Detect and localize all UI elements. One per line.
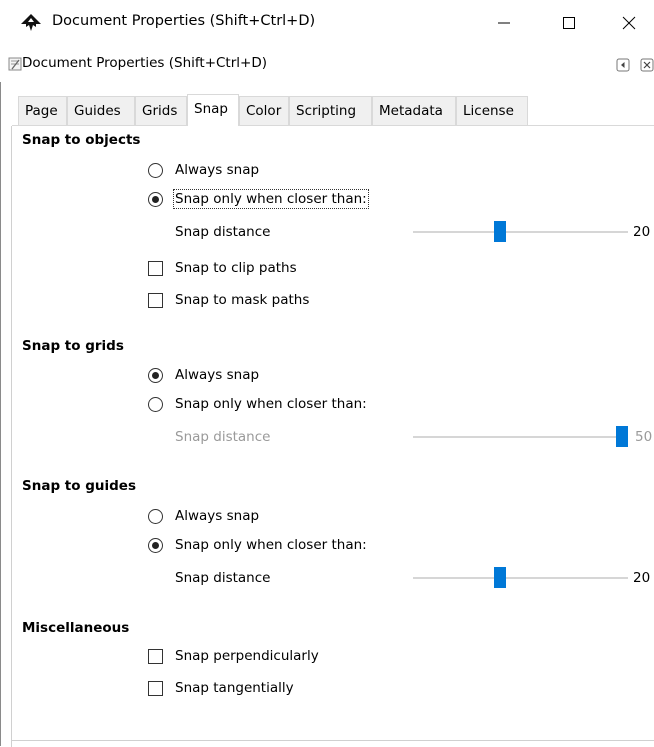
document-properties-icon	[8, 57, 22, 71]
guides-snap-closer-radio[interactable]: Snap only when closer than:	[148, 535, 367, 555]
grids-snap-distance-label: Snap distance	[175, 429, 271, 445]
close-dock-button[interactable]	[640, 58, 654, 72]
radio-button[interactable]	[148, 537, 163, 553]
grids-snap-distance-slider[interactable]	[413, 436, 621, 438]
tab-color[interactable]: Color	[239, 96, 289, 125]
close-button[interactable]	[606, 8, 652, 38]
snap-perpendicularly-checkbox[interactable]: Snap perpendicularly	[148, 646, 319, 666]
tab-label: License	[463, 103, 514, 119]
minimize-button[interactable]	[481, 8, 527, 38]
guides-snap-distance-label: Snap distance	[175, 570, 271, 586]
snap-clip-paths-checkbox[interactable]: Snap to clip paths	[148, 258, 297, 278]
tab-page[interactable]: Page	[18, 96, 67, 125]
panel-bottom-border	[11, 740, 654, 741]
minimize-icon	[498, 22, 510, 24]
dock-title: Document Properties (Shift+Ctrl+D)	[22, 55, 268, 71]
tab-label: Color	[246, 103, 282, 119]
objects-snap-distance-slider[interactable]	[413, 231, 628, 233]
radio-label: Snap only when closer than:	[175, 396, 367, 412]
radio-button[interactable]	[148, 508, 163, 524]
checkbox-label: Snap perpendicularly	[175, 648, 319, 664]
inkscape-icon	[21, 14, 41, 31]
tab-label: Guides	[74, 103, 121, 119]
grids-snap-distance-value: 50	[635, 429, 653, 445]
radio-label: Always snap	[175, 508, 260, 524]
objects-always-snap-radio[interactable]: Always snap	[148, 160, 259, 180]
tab-label: Scripting	[296, 103, 357, 119]
grids-slider-thumb[interactable]	[616, 426, 628, 447]
checkbox[interactable]	[148, 680, 163, 696]
objects-snap-distance-value: 20	[633, 224, 651, 240]
section-title-miscellaneous: Miscellaneous	[22, 620, 130, 636]
window-title: Document Properties (Shift+Ctrl+D)	[52, 13, 316, 29]
tab-label: Metadata	[379, 103, 443, 119]
snap-mask-paths-checkbox[interactable]: Snap to mask paths	[148, 290, 309, 310]
maximize-icon	[563, 17, 575, 29]
checkbox-label: Snap to mask paths	[175, 292, 310, 308]
tab-label: Page	[25, 103, 58, 119]
guides-snap-distance-slider[interactable]	[413, 577, 628, 579]
radio-button[interactable]	[148, 367, 163, 383]
radio-button[interactable]	[148, 396, 163, 412]
tab-guides[interactable]: Guides	[67, 96, 135, 125]
tab-label: Snap	[194, 101, 228, 117]
close-icon	[622, 16, 636, 30]
tab-scripting[interactable]: Scripting	[289, 96, 372, 125]
maximize-button[interactable]	[546, 8, 592, 38]
guides-slider-thumb[interactable]	[494, 567, 506, 588]
panel-left-border	[11, 126, 12, 747]
objects-snap-closer-radio[interactable]: Snap only when closer than:	[148, 189, 369, 209]
grids-always-snap-radio[interactable]: Always snap	[148, 365, 259, 385]
tab-strip-border	[12, 125, 654, 126]
radio-label: Snap only when closer than:	[175, 537, 367, 553]
tab-grids[interactable]: Grids	[135, 96, 187, 125]
radio-button[interactable]	[148, 162, 163, 178]
section-title-snap-to-guides: Snap to guides	[22, 478, 136, 494]
checkbox[interactable]	[148, 260, 163, 276]
guides-snap-distance-value: 20	[633, 570, 651, 586]
iconify-dock-button[interactable]	[616, 58, 630, 72]
section-title-snap-to-objects: Snap to objects	[22, 132, 141, 148]
checkbox-label: Snap to clip paths	[175, 260, 297, 276]
checkbox[interactable]	[148, 292, 163, 308]
tab-metadata[interactable]: Metadata	[372, 96, 456, 125]
checkbox-label: Snap tangentially	[175, 680, 294, 696]
radio-label: Always snap	[175, 367, 260, 383]
tab-snap[interactable]: Snap	[187, 94, 239, 126]
tab-license[interactable]: License	[456, 96, 528, 125]
snap-tangentially-checkbox[interactable]: Snap tangentially	[148, 678, 294, 698]
guides-always-snap-radio[interactable]: Always snap	[148, 506, 259, 526]
radio-button[interactable]	[148, 191, 163, 207]
grids-snap-closer-radio[interactable]: Snap only when closer than:	[148, 394, 367, 414]
section-title-snap-to-grids: Snap to grids	[22, 338, 124, 354]
radio-label: Always snap	[175, 162, 260, 178]
objects-slider-thumb[interactable]	[494, 221, 506, 242]
checkbox[interactable]	[148, 648, 163, 664]
objects-snap-distance-label: Snap distance	[175, 224, 271, 240]
tab-label: Grids	[142, 103, 178, 119]
radio-label: Snap only when closer than:	[173, 189, 369, 209]
